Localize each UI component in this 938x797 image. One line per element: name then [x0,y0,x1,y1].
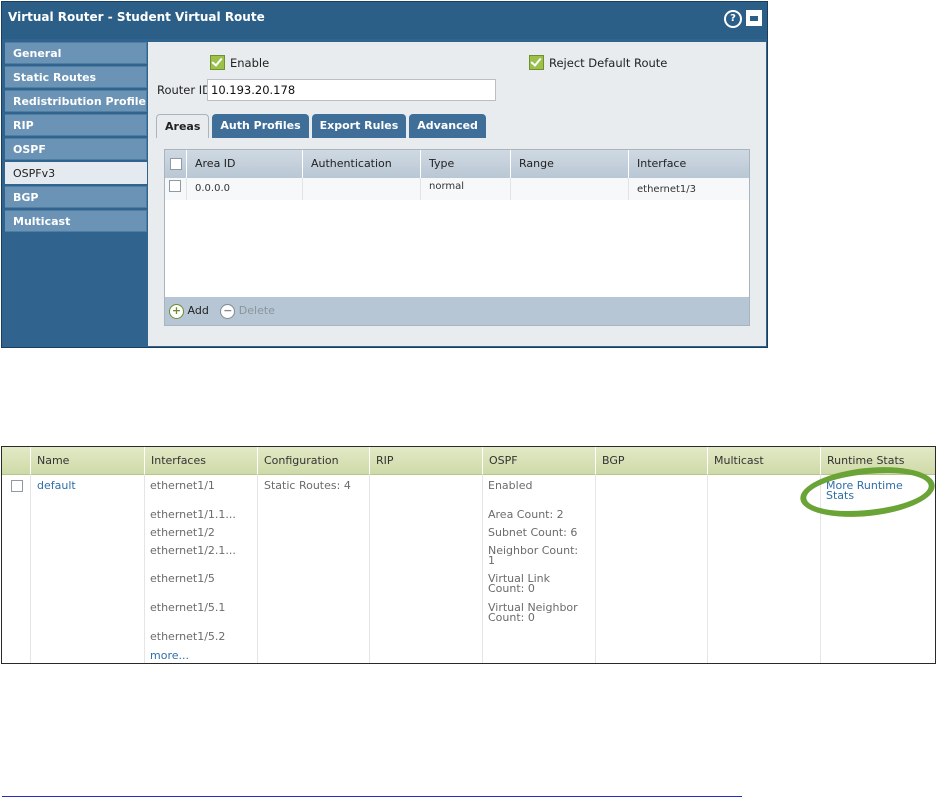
reject-default-route-label: Reject Default Route [549,56,668,70]
sidebar-item-ospfv3[interactable]: OSPFv3 [5,162,147,184]
header-area-id[interactable]: Area ID [187,150,303,178]
header-rip[interactable]: RIP [369,447,482,474]
select-all-checkbox[interactable] [170,158,182,170]
interface-item: ethernet1/2.1... [150,544,236,557]
header-name[interactable]: Name [30,447,144,474]
help-icon[interactable]: ? [724,10,742,28]
header-configuration[interactable]: Configuration [257,447,369,474]
table-row[interactable]: 0.0.0.0 normal ethernet1/3 [165,178,749,200]
router-id-input[interactable]: 10.193.20.178 [207,79,496,101]
ospf-virtual-link-count: Count: 0 [488,582,535,595]
virtual-router-dialog: Virtual Router - Student Virtual Route ?… [1,1,768,348]
table-header: Name Interfaces Configuration RIP OSPF B… [2,447,935,475]
ospf-status: Enabled [488,479,533,492]
add-icon: + [169,303,184,319]
ospf-neighbor-count-value: 1 [488,554,495,567]
cell-range [511,178,629,200]
enable-label: Enable [230,56,270,70]
sidebar-item-static-routes[interactable]: Static Routes [5,66,147,88]
header-multicast[interactable]: Multicast [707,447,820,474]
header-authentication[interactable]: Authentication [303,150,421,178]
row-checkbox[interactable] [11,480,23,492]
tab-advanced[interactable]: Advanced [409,114,486,138]
add-button[interactable]: + Add [169,303,212,319]
tab-export-rules[interactable]: Export Rules [311,114,407,138]
row-checkbox[interactable] [169,180,181,192]
tab-bar: Areas Auth Profiles Export Rules Advance… [156,114,486,138]
header-range[interactable]: Range [511,150,629,178]
grid-footer: + Add − Delete [165,297,749,325]
cell-authentication [303,178,421,200]
enable-checkbox[interactable] [210,55,225,70]
header-type[interactable]: Type [421,150,511,178]
dialog-title: Virtual Router - Student Virtual Route [8,10,265,24]
cell-area-id[interactable]: 0.0.0.0 [187,178,303,200]
interface-item: ethernet1/5.1 [150,601,226,614]
cell-interface: ethernet1/3 [637,184,697,195]
sidebar-item-rip[interactable]: RIP [5,114,147,136]
interface-item: ethernet1/5.2 [150,630,226,643]
dialog-title-bar: Virtual Router - Student Virtual Route ? [2,2,767,39]
interface-item: ethernet1/1.1... [150,508,236,521]
virtual-routers-table: Name Interfaces Configuration RIP OSPF B… [1,446,936,664]
sidebar: General Static Routes Redistribution Pro… [5,42,147,343]
router-name-link[interactable]: default [37,480,76,491]
header-interface[interactable]: Interface [629,150,749,178]
interface-item: ethernet1/1 [150,479,215,492]
header-bgp[interactable]: BGP [595,447,707,474]
sidebar-item-bgp[interactable]: BGP [5,186,147,208]
sidebar-item-multicast[interactable]: Multicast [5,210,147,232]
tab-areas[interactable]: Areas [156,114,210,138]
reject-default-route-checkbox[interactable] [529,55,544,70]
header-interfaces[interactable]: Interfaces [144,447,257,474]
ospfv3-panel: Enable Reject Default Route Router ID 10… [148,42,766,346]
router-id-label: Router ID [157,83,212,97]
maximize-icon[interactable] [746,10,762,26]
cell-type: normal [421,178,511,200]
interface-item: ethernet1/2 [150,526,215,539]
tab-auth-profiles[interactable]: Auth Profiles [212,114,309,138]
sidebar-item-redistribution-profile[interactable]: Redistribution Profile [5,90,147,112]
more-interfaces-link[interactable]: more... [150,650,189,661]
ospf-area-count: Area Count: 2 [488,508,564,521]
sidebar-item-general[interactable]: General [5,42,147,64]
delete-button[interactable]: − Delete [220,303,275,319]
interface-item: ethernet1/5 [150,572,215,585]
sidebar-item-ospf[interactable]: OSPF [5,138,147,160]
ospf-neighbor-count: Neighbor Count: [488,544,579,557]
areas-grid: Area ID Authentication Type Range Interf… [164,149,750,326]
configuration-summary: Static Routes: 4 [264,479,351,492]
header-ospf[interactable]: OSPF [482,447,595,474]
ospf-virtual-neighbor-count: Count: 0 [488,611,535,624]
delete-icon: − [220,303,236,319]
ospf-subnet-count: Subnet Count: 6 [488,526,578,539]
grid-header: Area ID Authentication Type Range Interf… [165,150,749,178]
